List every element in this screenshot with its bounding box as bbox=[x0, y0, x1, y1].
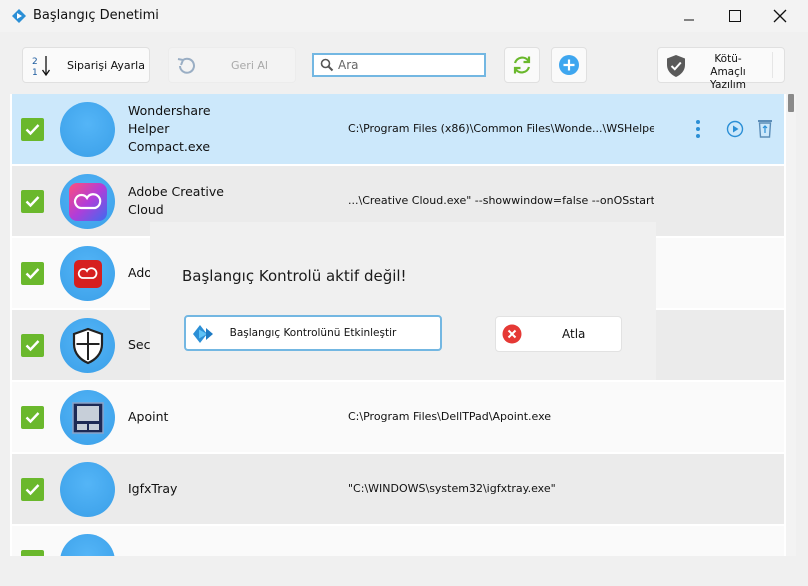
window-title: Başlangıç Denetimi bbox=[33, 8, 159, 23]
checkmark-icon bbox=[25, 340, 40, 352]
enable-label: Başlangıç Kontrolünü Etkinleştir bbox=[229, 327, 397, 339]
enable-checkbox[interactable] bbox=[21, 406, 44, 429]
toolbar: 2 1 Siparişi Ayarla Geri Al Ara Kötü-Ama… bbox=[0, 32, 808, 94]
app-name: Wondershare Helper Compact.exe bbox=[128, 103, 211, 154]
maximize-button[interactable] bbox=[712, 0, 758, 32]
more-options-icon[interactable] bbox=[695, 119, 701, 139]
malware-button[interactable]: Kötü-Amaçlı Yazılım bbox=[657, 47, 785, 91]
app-path: "C:\WINDOWS\system32\igfxtray.exe" bbox=[348, 482, 556, 495]
recycle-bin-icon[interactable] bbox=[757, 119, 773, 138]
checkmark-icon bbox=[25, 484, 40, 496]
title-bar: Başlangıç Denetimi bbox=[0, 0, 808, 32]
enable-checkbox[interactable] bbox=[21, 478, 44, 501]
app-name: Adobe Creative Cloud bbox=[128, 184, 224, 217]
svg-text:1: 1 bbox=[32, 68, 38, 78]
undo-button[interactable]: Geri Al bbox=[168, 47, 296, 83]
refresh-icon bbox=[513, 56, 531, 74]
vertical-scrollbar[interactable] bbox=[786, 94, 796, 556]
undo-icon bbox=[177, 57, 195, 74]
horizontal-scrollbar[interactable] bbox=[10, 558, 796, 568]
run-icon[interactable] bbox=[726, 120, 744, 138]
minimize-button[interactable] bbox=[666, 0, 712, 32]
skip-label: Atla bbox=[562, 327, 586, 341]
sort-order-button[interactable]: 2 1 Siparişi Ayarla bbox=[22, 47, 150, 83]
search-box bbox=[312, 53, 486, 77]
creative-cloud-red-icon bbox=[73, 259, 102, 288]
app-icon bbox=[60, 534, 115, 556]
skip-button[interactable]: Atla bbox=[495, 316, 622, 352]
sort-order-icon: 2 1 bbox=[32, 56, 51, 78]
app-path: C:\Program Files (x86)\Common Files\Wond… bbox=[348, 122, 654, 135]
startup-control-dialog: Başlangıç Kontrolü aktif değil! Başlangı… bbox=[150, 222, 656, 380]
app-icon bbox=[60, 390, 115, 445]
app-icon bbox=[60, 462, 115, 517]
enable-checkbox[interactable] bbox=[21, 334, 44, 357]
dialog-message: Başlangıç Kontrolü aktif değil! bbox=[182, 267, 407, 285]
enable-checkbox[interactable] bbox=[21, 550, 44, 556]
enable-startup-control-button[interactable]: Başlangıç Kontrolünü Etkinleştir bbox=[184, 315, 442, 351]
app-logo-icon bbox=[12, 9, 26, 23]
shield-check-icon bbox=[667, 55, 685, 77]
table-row[interactable]: Apoint C:\Program Files\DellTPad\Apoint.… bbox=[12, 382, 784, 452]
close-circle-icon bbox=[502, 324, 522, 344]
table-row[interactable] bbox=[12, 526, 784, 556]
app-icon bbox=[60, 102, 115, 157]
checkmark-icon bbox=[25, 196, 40, 208]
table-row[interactable]: Wondershare Helper Compact.exe C:\Progra… bbox=[12, 94, 784, 164]
windows-security-shield-icon bbox=[72, 327, 103, 364]
minimize-icon bbox=[684, 19, 694, 21]
maximize-icon bbox=[729, 10, 741, 22]
search-input[interactable] bbox=[338, 56, 478, 74]
malware-label: Kötü-Amaçlı Yazılım bbox=[710, 53, 746, 91]
app-name: Apoint bbox=[128, 409, 169, 424]
close-button[interactable] bbox=[757, 0, 803, 32]
app-path: C:\Program Files\DellTPad\Apoint.exe bbox=[348, 410, 552, 423]
scrollbar-thumb[interactable] bbox=[788, 94, 794, 112]
table-row[interactable]: IgfxTray "C:\WINDOWS\system32\igfxtray.e… bbox=[12, 454, 784, 524]
svg-text:2: 2 bbox=[32, 57, 38, 67]
undo-label: Geri Al bbox=[231, 59, 268, 72]
app-icon bbox=[60, 318, 115, 373]
refresh-button[interactable] bbox=[504, 47, 540, 83]
search-icon bbox=[320, 58, 334, 72]
malware-dropdown-toggle[interactable] bbox=[772, 52, 784, 78]
plus-icon bbox=[559, 55, 579, 75]
app-name: IgfxTray bbox=[128, 481, 178, 496]
app-path: ...\Creative Cloud.exe" --showwindow=fal… bbox=[348, 194, 654, 207]
app-icon bbox=[60, 246, 115, 301]
app-icon bbox=[60, 174, 115, 229]
enable-checkbox[interactable] bbox=[21, 190, 44, 213]
checkmark-icon bbox=[25, 124, 40, 136]
checkmark-icon bbox=[25, 268, 40, 280]
add-entry-button[interactable] bbox=[551, 47, 587, 83]
checkmark-icon bbox=[25, 412, 40, 424]
touchpad-icon bbox=[71, 401, 104, 434]
enable-checkbox[interactable] bbox=[21, 118, 44, 141]
creative-cloud-icon bbox=[68, 182, 107, 221]
sort-order-label: Siparişi Ayarla bbox=[67, 59, 145, 72]
enable-checkbox[interactable] bbox=[21, 262, 44, 285]
close-icon bbox=[773, 9, 787, 23]
